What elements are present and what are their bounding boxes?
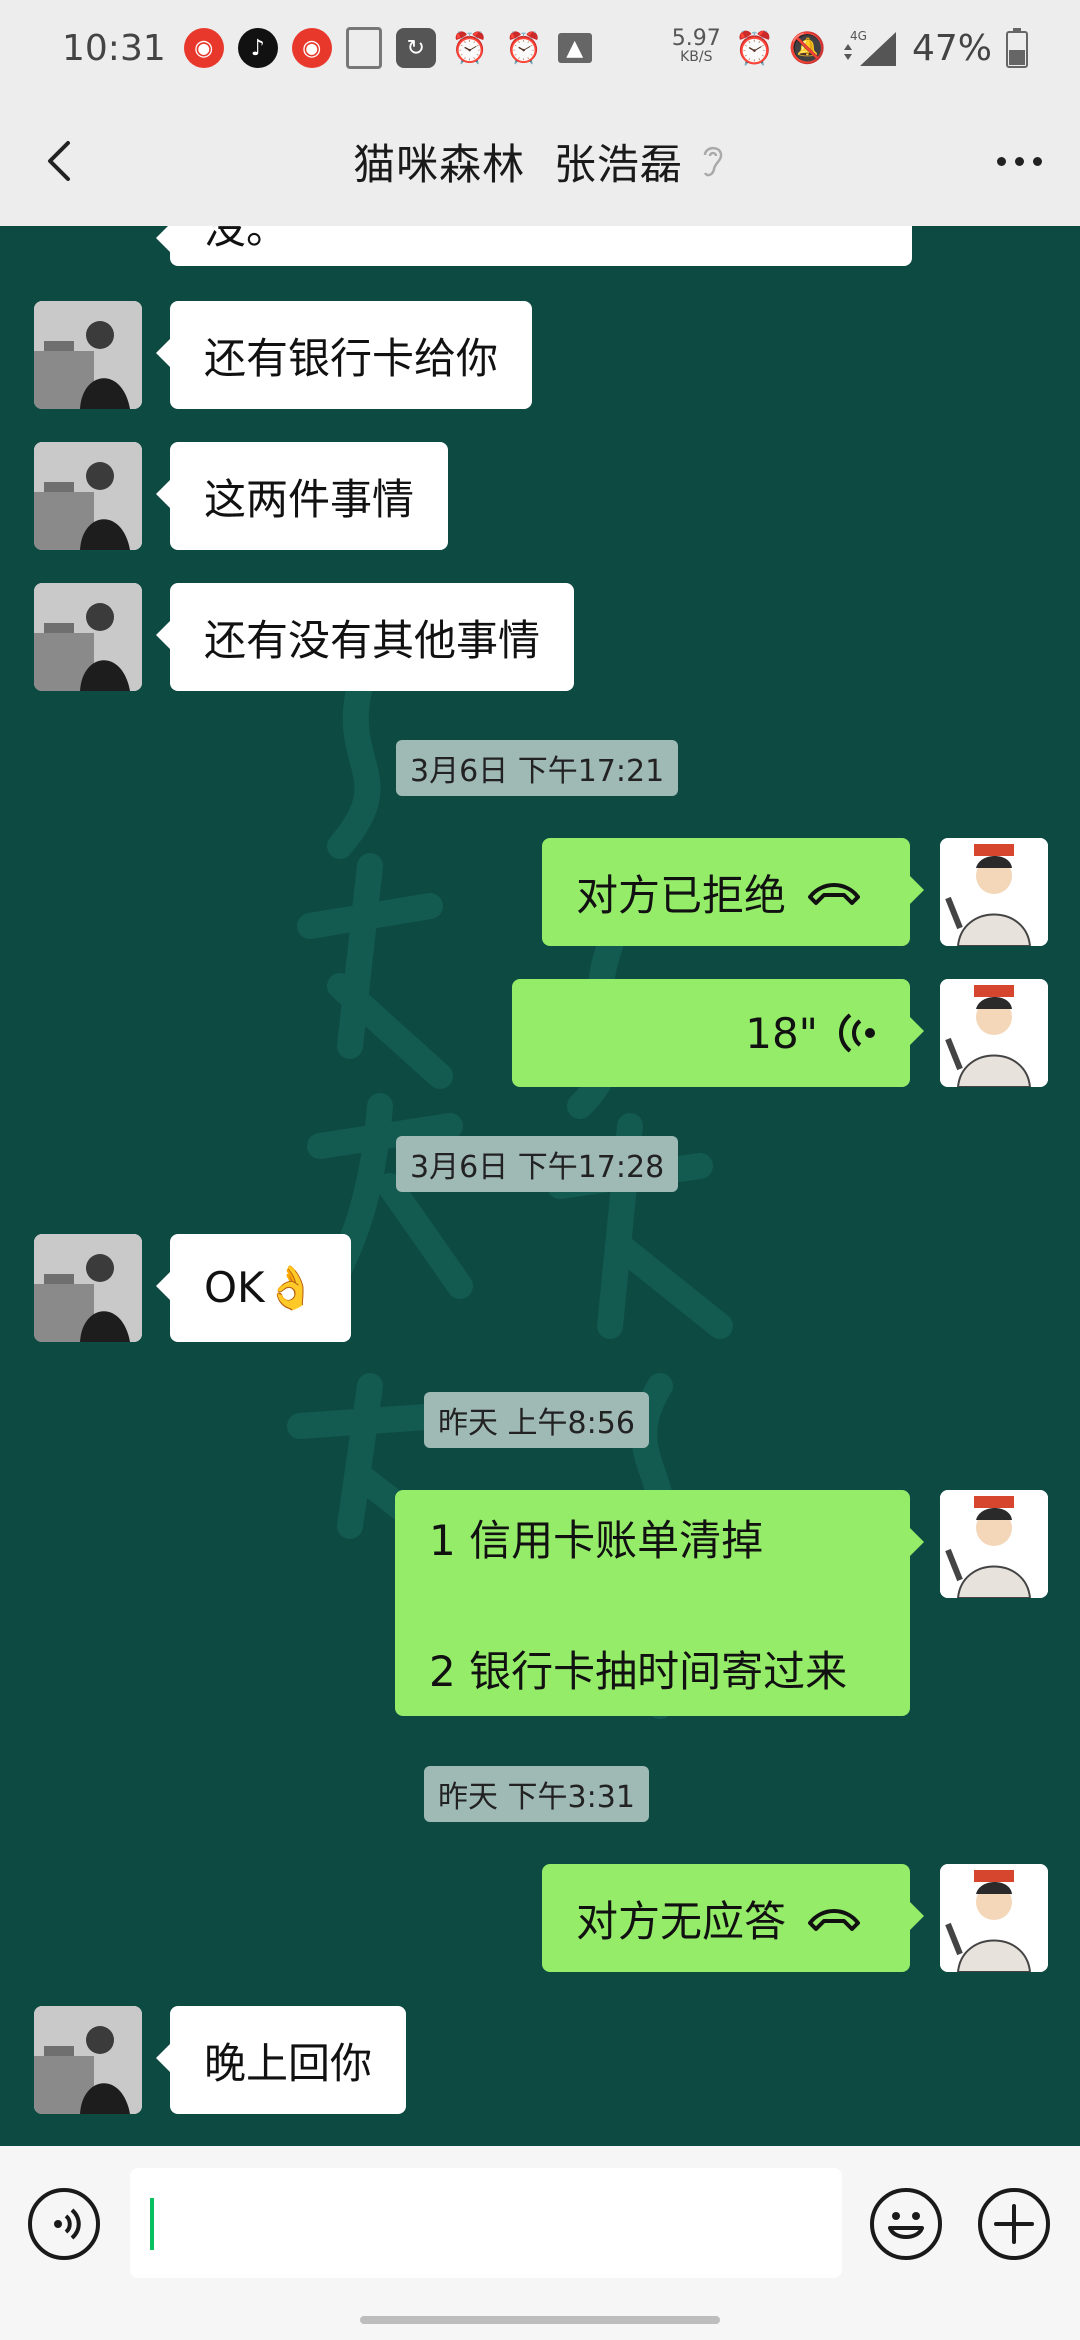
contact-avatar[interactable] — [34, 1234, 142, 1342]
contact-avatar[interactable] — [34, 2006, 142, 2114]
home-indicator — [360, 2316, 720, 2324]
more-functions-button[interactable] — [978, 2188, 1050, 2260]
battery-icon — [1006, 28, 1028, 68]
call-status-text: 对方已拒绝 — [576, 870, 787, 920]
app-icon: ↻ — [395, 28, 436, 68]
image-icon: ▲ — [557, 33, 592, 63]
timestamp: 昨天 下午3:31 — [424, 1766, 649, 1822]
net-speed-value: 5.97 — [671, 26, 721, 51]
message-text: 没。 — [204, 226, 289, 253]
contact-avatar[interactable] — [34, 301, 142, 409]
tiktok-icon: ♪ — [237, 28, 278, 68]
back-button[interactable] — [30, 131, 90, 191]
voice-icon — [54, 2208, 81, 2240]
message-bubble-incoming[interactable]: 没。 — [156, 226, 912, 266]
voice-message-bubble[interactable]: 18" — [512, 979, 924, 1087]
battery-percent: 47% — [911, 27, 992, 69]
message-bubble-incoming[interactable]: 还有银行卡给你 — [155, 301, 533, 409]
smiley-icon — [888, 2212, 924, 2239]
more-dot — [1014, 156, 1024, 166]
timestamp: 3月6日 下午17:21 — [396, 740, 679, 796]
weibo-icon: ◉ — [183, 28, 224, 68]
voice-wave-icon — [839, 1013, 875, 1053]
call-status-text: 对方无应答 — [576, 1896, 787, 1946]
message-text: OK👌 — [204, 1263, 317, 1312]
more-dot — [1032, 156, 1042, 166]
alarm-icon: ⏰ — [451, 30, 489, 66]
message-text: 还有没有其他事情 — [204, 615, 541, 665]
hangup-icon — [808, 1909, 861, 1931]
message-text: 晚上回你 — [204, 2038, 373, 2088]
voice-input-button[interactable] — [28, 2188, 100, 2260]
contact-avatar[interactable] — [34, 442, 142, 550]
mute-icon: 🔕 — [788, 30, 826, 66]
message-bubble-incoming[interactable]: OK👌 — [156, 1234, 351, 1342]
timestamp: 昨天 上午8:56 — [424, 1392, 649, 1448]
chat-title: 猫咪森林 张浩磊 — [353, 139, 683, 189]
signal-icon: 4G — [843, 29, 896, 66]
message-text-line: 2 银行卡抽时间寄过来 — [429, 1647, 848, 1696]
my-avatar[interactable] — [940, 838, 1048, 946]
text-caret — [150, 2198, 154, 2250]
my-avatar[interactable] — [940, 979, 1048, 1087]
contact-avatar[interactable] — [34, 583, 142, 691]
message-bubble-incoming[interactable]: 还有没有其他事情 — [155, 583, 575, 691]
status-bar: 10:31 ◉ ♪ ◉ ↻ ⏰ ⏰ ▲ 5.97 KB/S ⏰ 🔕 4G 47% — [0, 0, 1080, 96]
my-avatar[interactable] — [940, 1864, 1048, 1972]
notification-icons: ◉ ♪ ◉ ↻ ⏰ ⏰ ▲ — [183, 27, 592, 69]
alarm-icon: ⏰ — [505, 30, 543, 66]
message-input[interactable] — [130, 2168, 842, 2278]
my-avatar[interactable] — [940, 1490, 1048, 1598]
network-speed: 5.97 KB/S — [671, 26, 721, 66]
hangup-icon — [808, 883, 861, 905]
message-bubble-outgoing[interactable]: 对方已拒绝 — [542, 838, 924, 946]
alarm-icon: ⏰ — [734, 29, 775, 67]
message-text-line: 1 信用卡账单清掉 — [429, 1516, 764, 1565]
document-icon — [345, 27, 382, 69]
input-bar — [0, 2146, 1080, 2340]
message-text: 还有银行卡给你 — [204, 333, 499, 383]
message-bubble-outgoing[interactable]: 1 信用卡账单清掉 2 银行卡抽时间寄过来 — [395, 1490, 924, 1716]
plus-icon — [994, 2204, 1034, 2244]
earpiece-mode-icon — [703, 146, 723, 177]
more-dot — [996, 156, 1006, 166]
emoji-button[interactable] — [870, 2188, 942, 2260]
more-options-button[interactable] — [984, 134, 1054, 188]
message-list[interactable]: 没。 还有银行卡给你 这两件事情 还有没有其他事情 3月6日 下午17:21 对… — [0, 226, 1080, 2146]
timestamp: 3月6日 下午17:28 — [396, 1136, 679, 1192]
message-bubble-incoming[interactable]: 晚上回你 — [155, 2006, 407, 2114]
voice-duration: 18" — [745, 1008, 818, 1058]
weibo-icon: ◉ — [291, 28, 332, 68]
message-bubble-incoming[interactable]: 这两件事情 — [155, 442, 449, 550]
message-bubble-outgoing[interactable]: 对方无应答 — [542, 1864, 924, 1972]
chat-header: 猫咪森林 张浩磊 — [0, 96, 1080, 226]
status-time: 10:31 — [62, 27, 166, 69]
message-text: 这两件事情 — [204, 474, 415, 524]
network-type: 4G — [850, 29, 867, 43]
